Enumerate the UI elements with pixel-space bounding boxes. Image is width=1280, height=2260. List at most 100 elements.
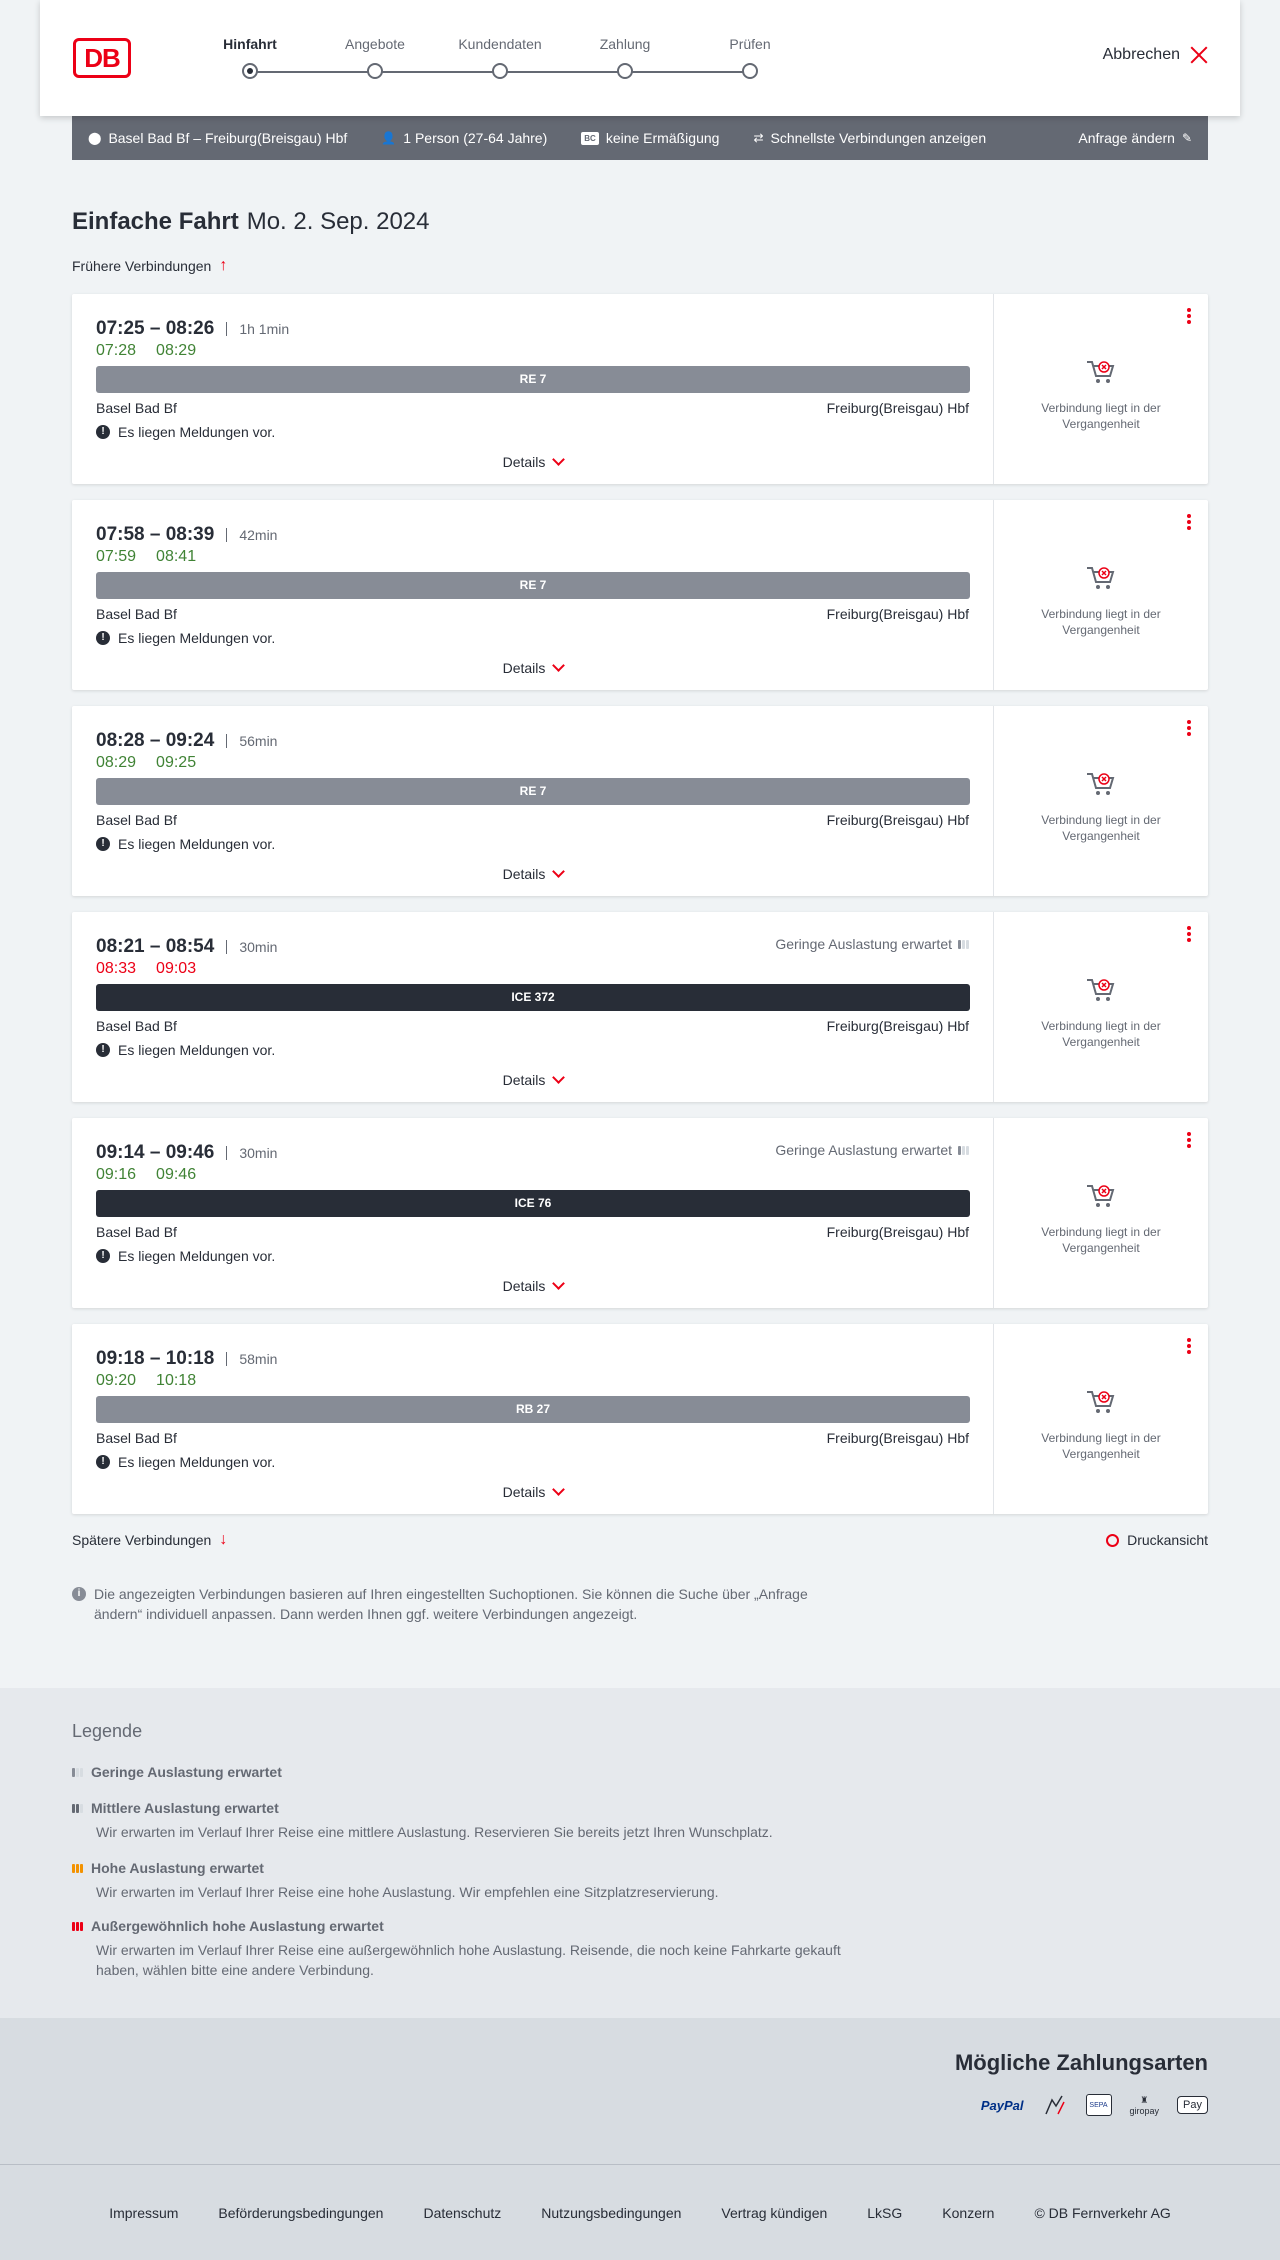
- details-toggle[interactable]: Details: [72, 659, 994, 676]
- connection-card[interactable]: 08:21 – 08:54 30min 08:33 09:03 Geringe Ausl…: [72, 912, 1208, 1102]
- train-bar[interactable]: RE 7: [96, 366, 970, 393]
- more-options-icon[interactable]: [1186, 926, 1192, 944]
- realtime-departure: 09:20: [96, 1372, 137, 1389]
- legend-title: Legende: [72, 1721, 143, 1741]
- footer-link[interactable]: Datenschutz: [423, 2205, 501, 2221]
- footer-link[interactable]: Impressum: [109, 2205, 178, 2221]
- alert-icon: !: [96, 1043, 110, 1057]
- messages-text: Es liegen Meldungen vor.: [118, 1248, 276, 1264]
- details-label: Details: [502, 454, 546, 470]
- legend-item: Außergewöhnlich hohe Auslastung erwartet…: [72, 1918, 872, 1980]
- details-toggle[interactable]: Details: [72, 865, 994, 882]
- train-bar[interactable]: ICE 76: [96, 1190, 970, 1217]
- legend-item-title: Hohe Auslastung erwartet: [72, 1860, 872, 1876]
- legend-item-description: Wir erwarten im Verlauf Ihrer Reise eine…: [96, 1884, 719, 1900]
- connection-card[interactable]: 07:25 – 08:26 1h 1min 07:28 08:29 RE 7 Basel …: [72, 294, 1208, 484]
- title-main: Einfache Fahrt: [72, 208, 239, 235]
- alert-icon: !: [96, 837, 110, 851]
- connection-times: 09:14 – 09:46 30min: [96, 1142, 277, 1164]
- duration: 42min: [226, 528, 277, 542]
- duration: 30min: [226, 1146, 277, 1160]
- footer-link[interactable]: Konzern: [942, 2205, 994, 2221]
- details-toggle[interactable]: Details: [72, 1483, 994, 1500]
- more-options-icon[interactable]: [1186, 308, 1192, 326]
- train-bar[interactable]: RE 7: [96, 778, 970, 805]
- more-options-icon[interactable]: [1186, 1132, 1192, 1150]
- connection-card[interactable]: 09:18 – 10:18 58min 09:20 10:18 RB 27 Basel B…: [72, 1324, 1208, 1514]
- train-bar[interactable]: RE 7: [96, 572, 970, 599]
- connection-card[interactable]: 08:28 – 09:24 56min 08:29 09:25 RE 7 Basel Ba…: [72, 706, 1208, 896]
- connection-main[interactable]: 09:18 – 10:18 58min 09:20 10:18 RB 27 Basel B…: [72, 1324, 994, 1514]
- train-bar[interactable]: ICE 372: [96, 984, 970, 1011]
- db-logo[interactable]: DB: [73, 38, 131, 78]
- passengers-text: 1 Person (27-64 Jahre): [403, 130, 548, 146]
- realtime-arrival: 08:41: [156, 548, 197, 565]
- connection-times: 07:25 – 08:26 1h 1min: [96, 318, 289, 340]
- giropay-icon: ♜: [1140, 2094, 1149, 2105]
- connection-card[interactable]: 07:58 – 08:39 42min 07:59 08:41 RE 7 Basel Ba…: [72, 500, 1208, 690]
- realtime-arrival: 09:46: [156, 1166, 197, 1183]
- change-request-button[interactable]: Anfrage ändern ✎: [1078, 130, 1192, 146]
- messages-notice: ! Es liegen Meldungen vor.: [96, 1454, 275, 1470]
- footer-link[interactable]: Vertrag kündigen: [721, 2205, 827, 2221]
- connection-main[interactable]: 08:21 – 08:54 30min 08:33 09:03 Geringe Ausl…: [72, 912, 994, 1102]
- step-pruefen[interactable]: Prüfen: [695, 34, 805, 79]
- footer-link[interactable]: Beförderungsbedingungen: [218, 2205, 383, 2221]
- earlier-connections-link[interactable]: Frühere Verbindungen ↑: [72, 258, 227, 275]
- legend-item-label: Mittlere Auslastung erwartet: [91, 1800, 279, 1816]
- connection-main[interactable]: 07:25 – 08:26 1h 1min 07:28 08:29 RE 7 Basel …: [72, 294, 994, 484]
- connection-main[interactable]: 08:28 – 09:24 56min 08:29 09:25 RE 7 Basel Ba…: [72, 706, 994, 896]
- giropay-logo: ♜ giropay: [1130, 2090, 1160, 2120]
- step-hinfahrt[interactable]: Hinfahrt: [195, 34, 305, 79]
- direct-debit-icon: [1042, 2090, 1068, 2120]
- planned-times: 09:18 – 10:18: [96, 1348, 215, 1369]
- title-date: Mo. 2. Sep. 2024: [246, 208, 430, 235]
- step-zahlung[interactable]: Zahlung: [570, 34, 680, 79]
- step-angebote[interactable]: Angebote: [320, 34, 430, 79]
- paypal-logo: PayPal: [980, 2097, 1024, 2113]
- cancel-button[interactable]: Abbrechen: [1103, 46, 1208, 64]
- chevron-down-icon: [552, 1277, 566, 1290]
- close-icon: [1190, 46, 1208, 64]
- chevron-down-icon: [552, 865, 566, 878]
- footer-link[interactable]: LkSG: [867, 2205, 902, 2221]
- connection-times: 07:58 – 08:39 42min: [96, 524, 277, 546]
- duration: 30min: [226, 940, 277, 954]
- footer-link[interactable]: © DB Fernverkehr AG: [1034, 2205, 1170, 2221]
- step-kundendaten[interactable]: Kundendaten: [445, 34, 555, 79]
- fastest-connections-toggle[interactable]: ⇄ Schnellste Verbindungen anzeigen: [753, 130, 986, 146]
- connection-main[interactable]: 09:14 – 09:46 30min 09:16 09:46 Geringe Ausl…: [72, 1118, 994, 1308]
- realtime-arrival: 09:25: [156, 754, 197, 771]
- messages-text: Es liegen Meldungen vor.: [118, 836, 276, 852]
- train-bar[interactable]: RB 27: [96, 1396, 970, 1423]
- realtime-departure: 08:33: [96, 960, 137, 977]
- departure-station: Basel Bad Bf: [96, 1430, 177, 1446]
- realtime-times: 07:59 08:41: [96, 548, 196, 566]
- legend-item-description: Wir erwarten im Verlauf Ihrer Reise eine…: [96, 1824, 773, 1840]
- cart-unavailable-icon: [1085, 564, 1117, 592]
- later-connections-link[interactable]: Spätere Verbindungen ↓: [72, 1532, 227, 1549]
- connection-card[interactable]: 09:14 – 09:46 30min 09:16 09:46 Geringe Ausl…: [72, 1118, 1208, 1308]
- progress-stepper: Hinfahrt Angebote Kundendaten Zahlung Pr…: [210, 34, 771, 84]
- cart-unavailable-icon: [1085, 770, 1117, 798]
- alert-icon: !: [96, 1455, 110, 1469]
- cancel-label: Abbrechen: [1102, 46, 1180, 63]
- details-toggle[interactable]: Details: [72, 1071, 994, 1088]
- print-view-link[interactable]: Druckansicht: [1106, 1532, 1208, 1548]
- later-label: Spätere Verbindungen: [72, 1532, 212, 1548]
- header: DB Hinfahrt Angebote Kundendaten Zahlung…: [40, 0, 1240, 116]
- details-toggle[interactable]: Details: [72, 453, 994, 470]
- footer-link[interactable]: Nutzungsbedingungen: [541, 2205, 681, 2221]
- more-options-icon[interactable]: [1186, 514, 1192, 532]
- more-options-icon[interactable]: [1186, 1338, 1192, 1356]
- connection-times: 09:18 – 10:18 58min: [96, 1348, 277, 1370]
- more-options-icon[interactable]: [1186, 720, 1192, 738]
- connection-main[interactable]: 07:58 – 08:39 42min 07:59 08:41 RE 7 Basel Ba…: [72, 500, 994, 690]
- location-pin-icon: ⬤: [88, 131, 102, 145]
- details-toggle[interactable]: Details: [72, 1277, 994, 1294]
- search-summary-bar: ⬤ Basel Bad Bf – Freiburg(Breisgau) Hbf 👤…: [72, 116, 1208, 160]
- past-connection-text: Verbindung liegt in der Vergangenheit: [1041, 813, 1161, 843]
- alert-icon: !: [96, 1249, 110, 1263]
- past-connection-text: Verbindung liegt in der Vergangenheit: [1041, 1225, 1161, 1255]
- cart-unavailable-icon: [1085, 1182, 1117, 1210]
